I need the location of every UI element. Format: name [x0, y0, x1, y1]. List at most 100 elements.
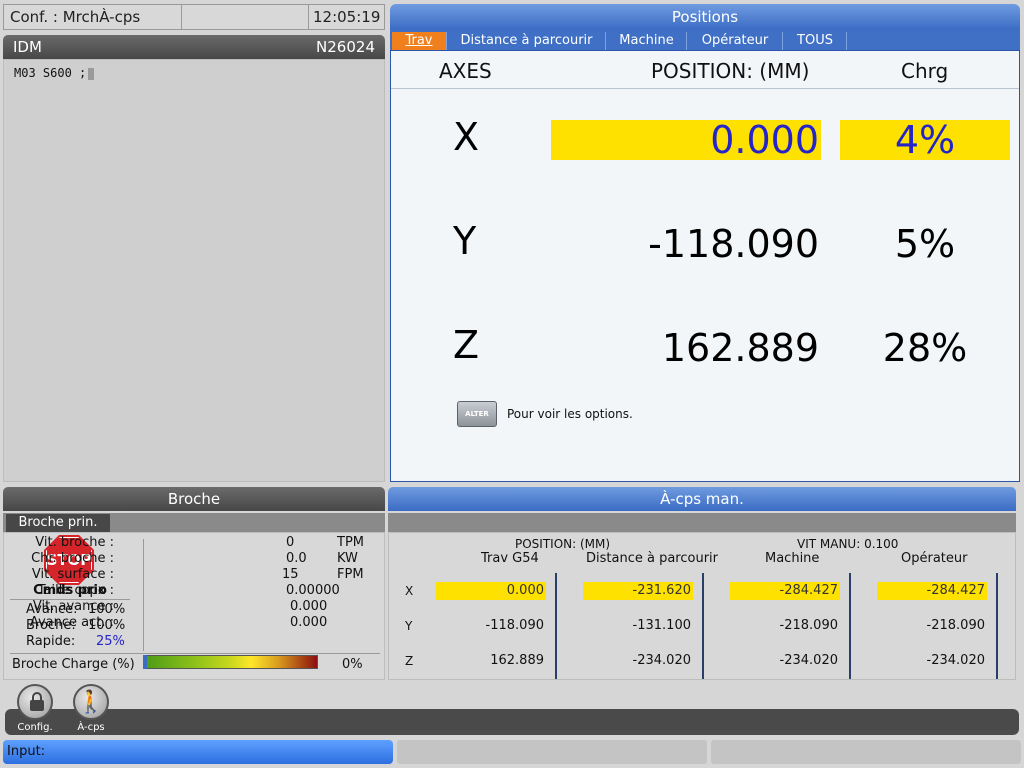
jog-y-work: -118.090 [485, 618, 544, 633]
jog-y-operator: -218.090 [926, 618, 985, 633]
program-editor[interactable]: M03 S600 ; [3, 59, 385, 482]
input-field[interactable]: Input: [3, 740, 393, 764]
mode-icon-bar: Config. 🚶 À-cps [3, 684, 1020, 736]
jog-mode-label: À-cps [77, 722, 105, 733]
axes-header: AXES [439, 59, 492, 83]
spindle-speed-value: 0 [286, 535, 295, 550]
axis-x-load: 4% [840, 120, 1010, 160]
divider [996, 573, 998, 679]
actual-feed-label: Avance act. : [29, 615, 114, 630]
col-machine: Machine [765, 551, 820, 566]
spindle-load-bar [143, 655, 318, 669]
axis-y-load: 5% [894, 222, 956, 266]
block-number: N26024 [316, 38, 375, 56]
jog-header: À-cps man. [388, 487, 1016, 511]
surface-speed-value: 15 [282, 567, 299, 582]
spindle-panel: STOP Cmds prio Avance: 100% Broche: 100%… [3, 532, 385, 680]
divider [702, 573, 704, 679]
jog-axis-y: Y [405, 619, 413, 633]
jog-axis-x: X [405, 584, 414, 598]
spindle-load-value: 0.0 [286, 551, 307, 566]
jog-tabs [388, 513, 1016, 532]
spindle-speed-label: Vit. broche : [35, 535, 114, 550]
axis-z-label: Z [453, 323, 480, 367]
message-field [711, 740, 1021, 764]
jog-x-work: 0.000 [436, 582, 546, 600]
icon-dock [5, 709, 1019, 735]
spindle-load-bar-label: Broche Charge (%) [12, 657, 135, 672]
divider [849, 573, 851, 679]
axis-z-load: 28% [882, 326, 968, 370]
col-distance: Distance à parcourir [586, 551, 718, 566]
alter-key-icon[interactable]: ALTER [457, 401, 497, 427]
tab-all[interactable]: TOUS [784, 32, 847, 50]
text-cursor [88, 67, 95, 80]
positions-tabs: Trav Distance à parcourir Machine Opérat… [390, 30, 1020, 50]
jog-axis-z: Z [405, 654, 414, 668]
jog-z-work: 162.889 [490, 653, 544, 668]
tab-trav[interactable]: Trav [392, 32, 447, 50]
axis-z-position[interactable]: 162.889 [551, 328, 821, 368]
load-header: Chrg [901, 59, 949, 83]
spindle-header: Broche [3, 487, 385, 511]
jog-x-distance: -231.620 [583, 582, 693, 600]
axis-x-label: X [453, 115, 480, 159]
divider [555, 573, 557, 679]
spindle-load-marker [143, 655, 147, 669]
surface-speed-unit: FPM [337, 567, 364, 582]
jog-y-machine: -218.090 [779, 618, 838, 633]
rapid-override-value: 25% [96, 634, 125, 649]
spindle-load-unit: KW [337, 551, 358, 566]
spindle-speed-unit: TPM [337, 535, 364, 550]
spindle-load-label: Chr. broche : [31, 551, 114, 566]
axis-x-position[interactable]: 0.000 [551, 120, 821, 160]
tab-distance[interactable]: Distance à parcourir [448, 32, 606, 50]
jog-x-machine: -284.427 [730, 582, 840, 600]
tab-main-spindle[interactable]: Broche prin. [6, 514, 110, 532]
message-field [397, 740, 707, 764]
tab-operator[interactable]: Opérateur [688, 32, 783, 50]
divider [181, 5, 182, 29]
config-button[interactable]: Config. [12, 684, 58, 733]
axis-y-position[interactable]: -118.090 [551, 224, 821, 264]
config-label: Config. [17, 722, 53, 733]
jog-position-caption: POSITION: (MM) [515, 537, 611, 551]
axis-y-label: Y [453, 219, 477, 263]
jog-z-machine: -234.020 [779, 653, 838, 668]
status-bar: Conf. : MrchÀ-cps 12:05:19 [3, 4, 385, 30]
jog-mode-button[interactable]: 🚶 À-cps [68, 684, 114, 733]
spindle-load-percent: 0% [342, 657, 363, 672]
mode-label: Conf. : MrchÀ-cps [10, 8, 141, 26]
jog-y-distance: -131.100 [632, 618, 691, 633]
actual-feed-value: 0.000 [290, 615, 328, 630]
spindle-tabs: Broche prin. [3, 513, 385, 532]
positions-header: Positions [390, 4, 1020, 30]
divider [308, 5, 309, 29]
jog-panel: POSITION: (MM) VIT MANU: 0.100 Trav G54 … [388, 532, 1016, 680]
rapid-override-label: Rapide: [26, 634, 76, 649]
chip-load-value: 0.00000 [286, 583, 340, 598]
positions-panel: AXES POSITION: (MM) Chrg X 0.000 4% Y -1… [390, 50, 1020, 482]
program-title: IDM [13, 38, 42, 56]
program-line[interactable]: M03 S600 ; [14, 66, 95, 80]
divider [10, 653, 380, 654]
divider [143, 539, 144, 651]
col-operator: Opérateur [901, 551, 968, 566]
lock-icon [17, 684, 53, 720]
feed-rate-value: 0.000 [290, 599, 328, 614]
surface-speed-label: Vit. surface : [31, 567, 114, 582]
hint-text: Pour voir les options. [507, 407, 633, 421]
position-header: POSITION: (MM) [651, 59, 810, 83]
jog-x-operator: -284.427 [877, 582, 987, 600]
jog-z-distance: -234.020 [632, 653, 691, 668]
program-header: IDM N26024 [3, 35, 385, 59]
col-work: Trav G54 [481, 551, 539, 566]
feed-rate-label: Vit. avance : [32, 599, 114, 614]
jog-z-operator: -234.020 [926, 653, 985, 668]
walking-person-icon: 🚶 [73, 684, 109, 720]
tab-machine[interactable]: Machine [607, 32, 687, 50]
header-divider [391, 88, 1019, 89]
clock: 12:05:19 [313, 8, 381, 26]
chip-load-label: Taille copx : [37, 583, 114, 598]
jog-speed-caption: VIT MANU: 0.100 [797, 537, 899, 551]
